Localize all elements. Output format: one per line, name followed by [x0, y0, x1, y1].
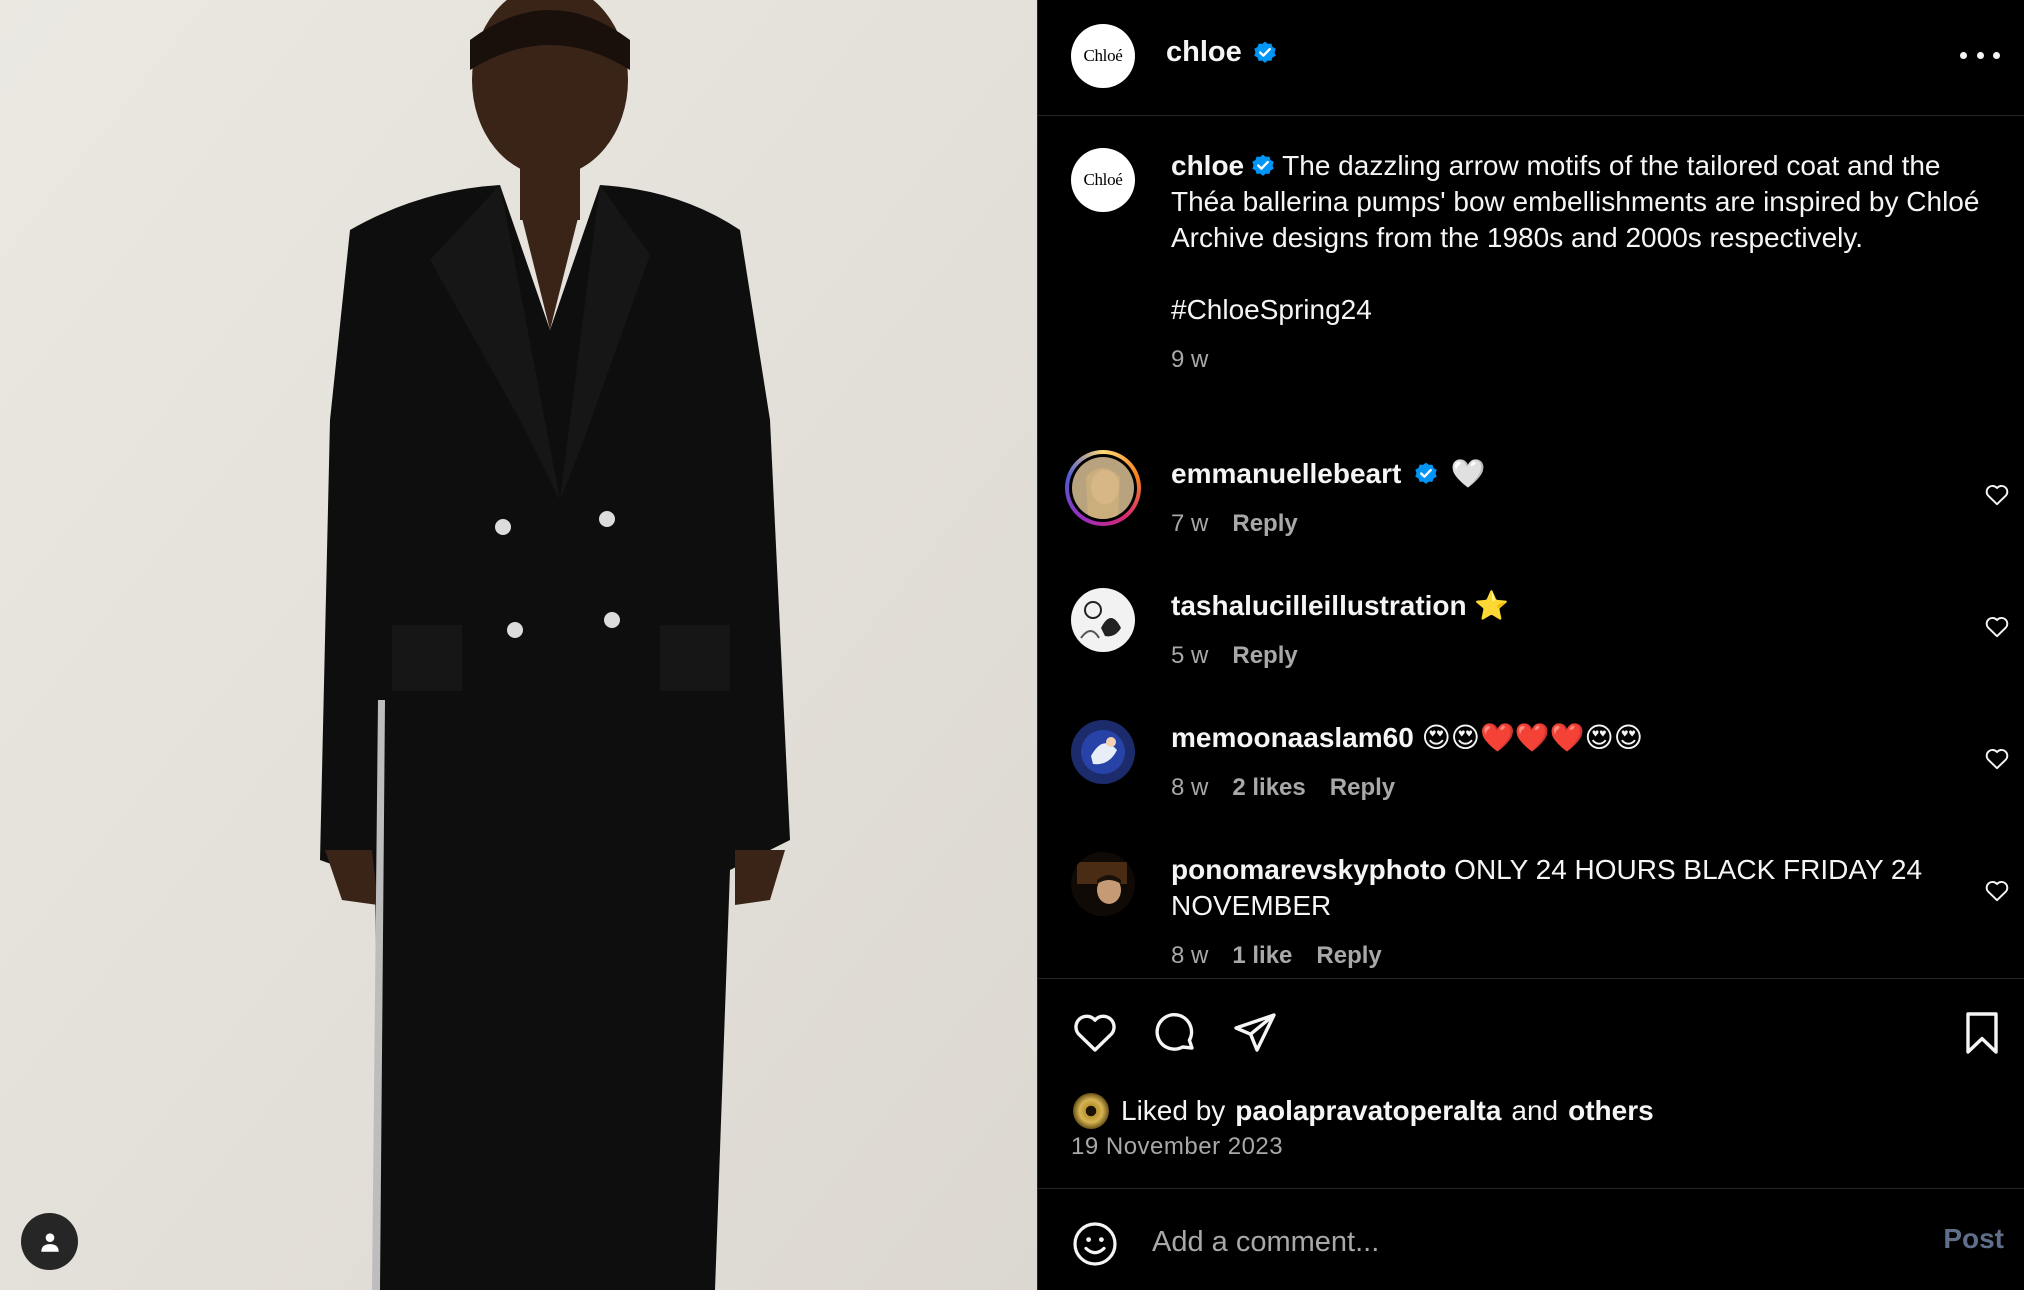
liked-by-summary: Liked by paolapravatoperalta and others [1071, 1091, 1654, 1131]
account-username[interactable]: chloe [1166, 36, 1278, 69]
comment-reply-button[interactable]: Reply [1232, 506, 1297, 542]
model-photo [0, 0, 1037, 1290]
like-heart-icon[interactable] [1071, 1009, 1119, 1057]
user-tag-icon [40, 1232, 59, 1252]
comment-like-heart-icon[interactable] [1984, 482, 2010, 508]
account-name[interactable]: chloe [1166, 36, 1242, 69]
add-comment-bar: Post [1038, 1188, 2024, 1290]
save-bookmark-icon[interactable] [1958, 1009, 2006, 1057]
avatar-photo [1072, 457, 1134, 519]
post-date[interactable]: 19 November 2023 [1071, 1133, 1283, 1161]
post-actions: Liked by paolapravatoperalta and others … [1038, 978, 2024, 1188]
post-comment-button[interactable]: Post [1943, 1223, 2004, 1255]
comment-username[interactable]: tashalucilleillustration [1171, 590, 1467, 621]
comment-input[interactable] [1150, 1219, 1854, 1265]
verified-badge-icon [1415, 462, 1437, 484]
comment-like-heart-icon[interactable] [1984, 746, 2010, 772]
comment-username[interactable]: memoonaaslam60 [1171, 722, 1414, 753]
account-avatar[interactable]: Chloé [1071, 24, 1135, 88]
caption-body: The dazzling arrow motifs of the tailore… [1171, 150, 1980, 253]
comment-text: 😍😍❤️❤️❤️😍😍 [1421, 721, 1643, 754]
caption-avatar[interactable]: Chloé [1071, 148, 1135, 212]
comment-avatar[interactable] [1065, 450, 1141, 526]
comment-username[interactable]: ponomarevskyphoto [1171, 854, 1446, 885]
verified-badge-icon [1254, 41, 1276, 63]
comment-reply-button[interactable]: Reply [1316, 938, 1381, 974]
more-options-icon[interactable] [1960, 40, 2000, 70]
comment-likes-count[interactable]: 2 likes [1232, 770, 1305, 806]
comment-likes-count[interactable]: 1 like [1232, 938, 1292, 974]
liked-by-others[interactable]: others [1568, 1095, 1654, 1127]
verified-badge-icon [1252, 154, 1274, 176]
comment-text: 🤍 [1450, 457, 1486, 490]
avatar-photo [1071, 852, 1135, 916]
comment-age[interactable]: 5 w [1171, 638, 1208, 674]
avatar-photo [1071, 720, 1135, 784]
caption-avatar-logo-text: Chloé [1083, 170, 1123, 189]
comment-reply-button[interactable]: Reply [1330, 770, 1395, 806]
post-header: Chloé chloe [1038, 0, 2024, 116]
avatar-logo-text: Chloé [1083, 46, 1123, 65]
liked-by-joiner: and [1511, 1095, 1559, 1126]
liker-avatar[interactable] [1071, 1091, 1111, 1131]
emoji-picker-icon[interactable] [1071, 1220, 1119, 1268]
comment-bubble-icon[interactable] [1151, 1009, 1199, 1057]
user-tag-button[interactable] [21, 1213, 78, 1270]
comment-age[interactable]: 8 w [1171, 938, 1208, 974]
avatar-photo [1071, 588, 1135, 652]
comment-like-heart-icon[interactable] [1984, 878, 2010, 904]
caption-username[interactable]: chloe [1171, 150, 1244, 181]
caption-text: chloe The dazzling arrow motifs of the t… [1171, 148, 2011, 378]
share-paper-plane-icon[interactable] [1231, 1009, 1279, 1057]
liked-by-user[interactable]: paolapravatoperalta [1235, 1095, 1501, 1127]
post-image[interactable] [0, 0, 1037, 1290]
comment-reply-button[interactable]: Reply [1232, 638, 1297, 674]
comment-age[interactable]: 7 w [1171, 506, 1208, 542]
comment-age[interactable]: 8 w [1171, 770, 1208, 806]
comment-avatar[interactable] [1071, 852, 1135, 916]
caption-age[interactable]: 9 w [1171, 342, 2011, 378]
comment-avatar[interactable] [1071, 720, 1135, 784]
post-details-panel: Chloé chloe Chloé chloe The dazzling arr… [1037, 0, 2024, 1290]
comment-username[interactable]: emmanuellebeart [1171, 458, 1401, 489]
caption-hashtag[interactable]: #ChloeSpring24 [1171, 292, 2011, 328]
comment-text: ⭐ [1474, 589, 1510, 622]
comment-like-heart-icon[interactable] [1984, 614, 2010, 640]
liked-by-prefix: Liked by [1121, 1095, 1226, 1126]
comment-avatar[interactable] [1071, 588, 1135, 652]
